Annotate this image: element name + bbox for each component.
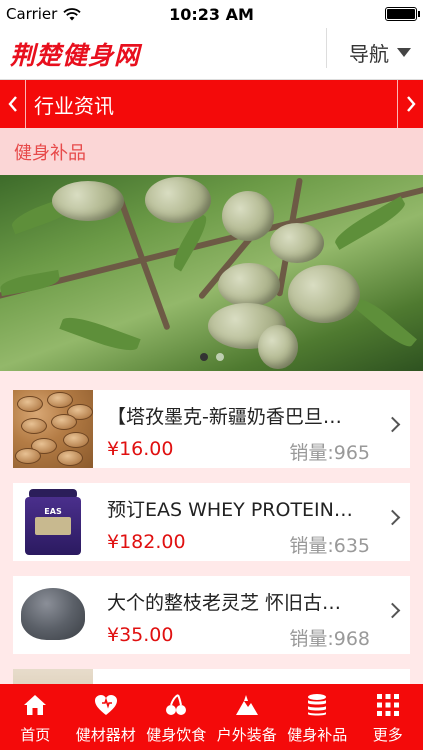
bottom-tab-bar: 首页 健材器材 健身饮食 户外装备 健身补品 更多 [0,684,423,750]
tab-label: 健身饮食 [146,726,207,744]
site-logo[interactable]: 荆楚健身网 [10,36,140,72]
database-icon [304,692,330,718]
cherry-icon [163,692,189,718]
product-price: ¥35.00 [107,624,174,646]
chevron-right-icon[interactable] [397,80,423,128]
subsection-title: 健身补品 [0,128,423,175]
carousel-dot[interactable] [215,353,224,361]
tab-equipment[interactable]: 健材器材 [71,684,142,750]
battery-icon [385,7,420,21]
product-sales: 销量:965 [289,442,370,464]
product-name: 【塔孜墨克-新疆奶香巴旦… [107,406,342,428]
carousel-indicator[interactable] [0,353,423,361]
product-thumbnail [13,669,93,684]
tab-label: 户外装备 [216,726,277,744]
tab-outdoor[interactable]: 户外装备 [212,684,283,750]
product-item[interactable] [13,669,410,684]
product-list: 【塔孜墨克-新疆奶香巴旦… ¥16.00 销量:965 EAS 预订EAS WH… [0,371,423,684]
home-icon [22,692,48,718]
caret-down-icon [397,48,411,57]
grid-icon [376,692,400,718]
product-price: ¥182.00 [107,531,186,553]
product-name: 大个的整枝老灵芝 怀旧古… [107,592,342,614]
tab-supplements[interactable]: 健身补品 [282,684,353,750]
tab-home[interactable]: 首页 [0,684,71,750]
header-divider [326,28,327,68]
category-bar: 行业资讯 [0,80,423,128]
category-title[interactable]: 行业资讯 [34,90,114,119]
nav-menu-button[interactable]: 导航 [349,38,411,67]
product-price: ¥16.00 [107,438,174,460]
product-item[interactable]: EAS 预订EAS WHEY PROTEIN… ¥182.00 销量:635 [13,483,410,561]
mountain-icon [234,692,260,718]
clock: 10:23 AM [169,4,254,24]
chevron-left-icon[interactable] [0,80,26,128]
product-thumbnail [13,576,93,654]
tab-label: 首页 [20,726,51,744]
heart-icon [93,692,119,718]
product-item[interactable]: 大个的整枝老灵芝 怀旧古… ¥35.00 销量:968 [13,576,410,654]
product-sales: 销量:968 [289,628,370,650]
tab-more[interactable]: 更多 [353,684,423,750]
product-thumbnail: EAS [13,483,93,561]
banner-carousel[interactable] [0,175,423,371]
nav-menu-label: 导航 [349,42,389,66]
tab-label: 健材器材 [75,726,136,744]
carousel-dot[interactable] [199,353,208,361]
status-bar: Carrier 10:23 AM [0,0,423,28]
app-header: 荆楚健身网 导航 [0,28,423,80]
product-item[interactable]: 【塔孜墨克-新疆奶香巴旦… ¥16.00 销量:965 [13,390,410,468]
product-thumbnail [13,390,93,468]
tab-diet[interactable]: 健身饮食 [141,684,212,750]
tab-label: 健身补品 [287,726,348,744]
tab-label: 更多 [372,726,403,744]
product-sales: 销量:635 [289,535,370,557]
product-name: 预订EAS WHEY PROTEIN… [107,499,353,521]
